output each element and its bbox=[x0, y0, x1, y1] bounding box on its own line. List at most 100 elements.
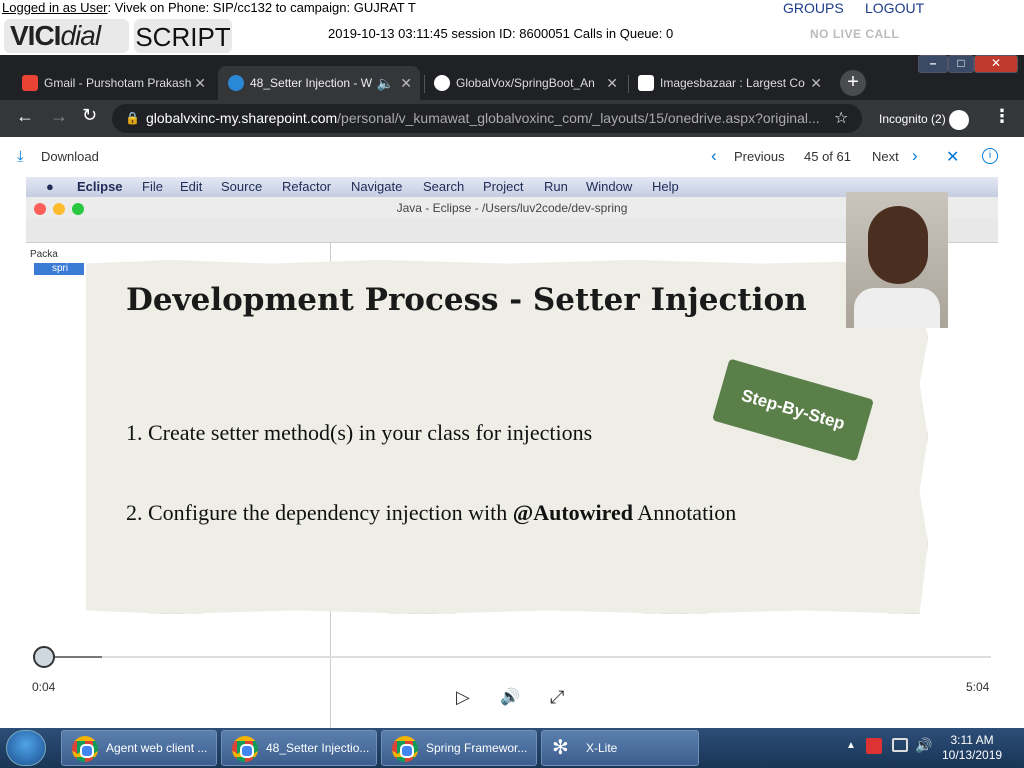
vicidial-logo: VICIdial bbox=[4, 19, 129, 53]
menu-navigate: Navigate bbox=[351, 179, 403, 194]
address-bar[interactable]: 🔒 globalvxinc-my.sharepoint.com/personal… bbox=[112, 104, 862, 133]
menu-file: File bbox=[142, 179, 163, 194]
groups-link[interactable]: GROUPS bbox=[783, 0, 844, 16]
taskbar-label: 48_Setter Injectio... bbox=[266, 741, 370, 755]
speaker-icon[interactable]: 🔈 bbox=[377, 66, 394, 100]
fullscreen-icon[interactable]: ⤢ bbox=[550, 687, 564, 708]
imagesbazaar-icon bbox=[638, 75, 654, 91]
menu-help: Help bbox=[652, 179, 679, 194]
session-info: 2019-10-13 03:11:45 session ID: 8600051 … bbox=[328, 26, 674, 41]
toolbar: ← → ↻ 🔒 globalvxinc-my.sharepoint.com/pe… bbox=[0, 100, 1024, 137]
tab-gmail[interactable]: Gmail - Purshotam Prakash ✕ bbox=[12, 66, 214, 100]
close-dot-icon bbox=[34, 203, 46, 215]
login-status: Logged in as User: Vivek on Phone: SIP/c… bbox=[2, 0, 416, 15]
info-icon[interactable]: i bbox=[982, 148, 998, 164]
chrome-icon bbox=[392, 736, 418, 762]
logged-in-link[interactable]: Logged in as User bbox=[2, 0, 108, 15]
system-clock[interactable]: 3:11 AM 10/13/2019 bbox=[942, 733, 1002, 763]
logo-vici: VICI bbox=[10, 20, 61, 51]
vicidial-header: Logged in as User: Vivek on Phone: SIP/c… bbox=[0, 0, 1024, 55]
start-button[interactable] bbox=[6, 730, 46, 766]
step-2-text: 2. Configure the dependency injection wi… bbox=[126, 500, 513, 525]
tab-imagesbazaar[interactable]: Imagesbazaar : Largest Co ✕ bbox=[628, 66, 830, 100]
menu-run: Run bbox=[544, 179, 568, 194]
close-icon[interactable]: ✕ bbox=[946, 147, 959, 167]
slide-step-1: 1. Create setter method(s) in your class… bbox=[126, 420, 593, 445]
taskbar-item-spring-framework[interactable]: Spring Framewor... bbox=[381, 730, 537, 766]
menu-project: Project bbox=[483, 179, 524, 194]
step-by-step-badge: Step-By-Step bbox=[712, 358, 874, 462]
tab-label: 48_Setter Injection - W bbox=[250, 76, 373, 90]
menu-search: Search bbox=[423, 179, 465, 194]
eclipse-window-title: Java - Eclipse - /Users/luv2code/dev-spr… bbox=[396, 201, 628, 215]
login-details: : Vivek on Phone: SIP/cc132 to campaign:… bbox=[107, 0, 416, 15]
close-tab-icon[interactable]: ✕ bbox=[194, 66, 206, 100]
menu-source: Source bbox=[221, 179, 263, 194]
taskbar-item-xlite[interactable]: ✻ X-Lite bbox=[541, 730, 699, 766]
tab-github[interactable]: GlobalVox/SpringBoot_An ✕ bbox=[424, 66, 626, 100]
zoom-dot-icon bbox=[72, 203, 84, 215]
incognito-indicator[interactable]: Incognito (2) bbox=[879, 110, 970, 130]
slide-title: Development Process - Setter Injection bbox=[126, 282, 807, 318]
presenter-face bbox=[868, 206, 928, 284]
logo-dial: dial bbox=[60, 20, 101, 51]
maximize-window-icon[interactable]: □ bbox=[948, 55, 974, 73]
close-tab-icon[interactable]: ✕ bbox=[400, 66, 412, 100]
menu-dots-icon[interactable]: ⋮ bbox=[993, 106, 1011, 127]
seek-handle[interactable] bbox=[33, 646, 55, 668]
taskbar-item-agent-web-client[interactable]: Agent web client ... bbox=[61, 730, 217, 766]
incognito-icon bbox=[949, 110, 970, 130]
page-counter: 45 of 61 bbox=[804, 149, 851, 164]
script-tab[interactable]: SCRIPT bbox=[134, 19, 232, 53]
taskbar-item-setter-injection[interactable]: 48_Setter Injectio... bbox=[221, 730, 377, 766]
github-icon bbox=[434, 75, 450, 91]
menu-eclipse: Eclipse bbox=[77, 179, 123, 194]
close-window-icon[interactable]: ✕ bbox=[974, 55, 1018, 73]
video-player-controls: 0:04 5:04 ▷ 🔊 ⤢ bbox=[0, 637, 1024, 728]
close-tab-icon[interactable]: ✕ bbox=[810, 66, 822, 100]
network-icon[interactable] bbox=[892, 738, 908, 752]
new-tab-button[interactable]: + bbox=[840, 70, 866, 96]
action-center-icon[interactable] bbox=[866, 738, 882, 754]
speaker-tray-icon[interactable]: 🔊 bbox=[915, 737, 932, 754]
back-arrow-icon[interactable]: ← bbox=[16, 106, 34, 127]
bookmark-star-icon[interactable]: ☆ bbox=[834, 104, 848, 133]
end-time: 5:04 bbox=[966, 680, 990, 694]
close-tab-icon[interactable]: ✕ bbox=[606, 66, 618, 100]
chrome-window: Gmail - Purshotam Prakash ✕ 48_Setter In… bbox=[0, 55, 1024, 728]
slide-card: Development Process - Setter Injection 1… bbox=[86, 260, 928, 614]
chrome-icon bbox=[72, 736, 98, 762]
show-hidden-icons-arrow[interactable]: ▲ bbox=[846, 740, 856, 751]
chrome-icon bbox=[232, 736, 258, 762]
logout-link[interactable]: LOGOUT bbox=[865, 0, 924, 16]
tab-strip: Gmail - Purshotam Prakash ✕ 48_Setter In… bbox=[0, 55, 1024, 100]
presenter-shirt bbox=[854, 288, 940, 328]
current-time: 0:04 bbox=[32, 680, 56, 694]
package-explorer-tab: Packa bbox=[30, 249, 58, 260]
forward-arrow-icon[interactable]: → bbox=[50, 106, 68, 127]
media-viewer: ⤓ Download ‹ Previous 45 of 61 Next › ✕ … bbox=[0, 137, 1024, 728]
previous-chevron-icon[interactable]: ‹ bbox=[711, 146, 717, 166]
next-chevron-icon[interactable]: › bbox=[912, 146, 918, 166]
seek-track[interactable] bbox=[45, 656, 991, 658]
volume-icon[interactable]: 🔊 bbox=[500, 687, 520, 707]
play-icon[interactable]: ▷ bbox=[456, 687, 470, 708]
url-host: globalvxinc-my.sharepoint.com bbox=[146, 110, 338, 126]
download-icon[interactable]: ⤓ bbox=[17, 148, 24, 165]
download-button[interactable]: Download bbox=[41, 149, 99, 164]
onedrive-icon bbox=[228, 75, 244, 91]
menu-refactor: Refactor bbox=[282, 179, 332, 194]
previous-button[interactable]: Previous bbox=[734, 149, 785, 164]
tab-setter-injection[interactable]: 48_Setter Injection - W 🔈 ✕ bbox=[218, 66, 420, 100]
tab-label: Gmail - Purshotam Prakash bbox=[44, 76, 192, 90]
tab-label: Imagesbazaar : Largest Co bbox=[660, 76, 805, 90]
menu-window: Window bbox=[586, 179, 633, 194]
apple-icon: ● bbox=[46, 179, 54, 194]
gmail-icon bbox=[22, 75, 38, 91]
clock-date: 10/13/2019 bbox=[942, 748, 1003, 762]
next-button[interactable]: Next bbox=[872, 149, 899, 164]
minimize-window-icon[interactable]: – bbox=[918, 55, 948, 73]
step-2-suffix: Annotation bbox=[633, 500, 737, 525]
presenter-webcam bbox=[846, 192, 948, 328]
reload-icon[interactable]: ↻ bbox=[82, 105, 97, 126]
